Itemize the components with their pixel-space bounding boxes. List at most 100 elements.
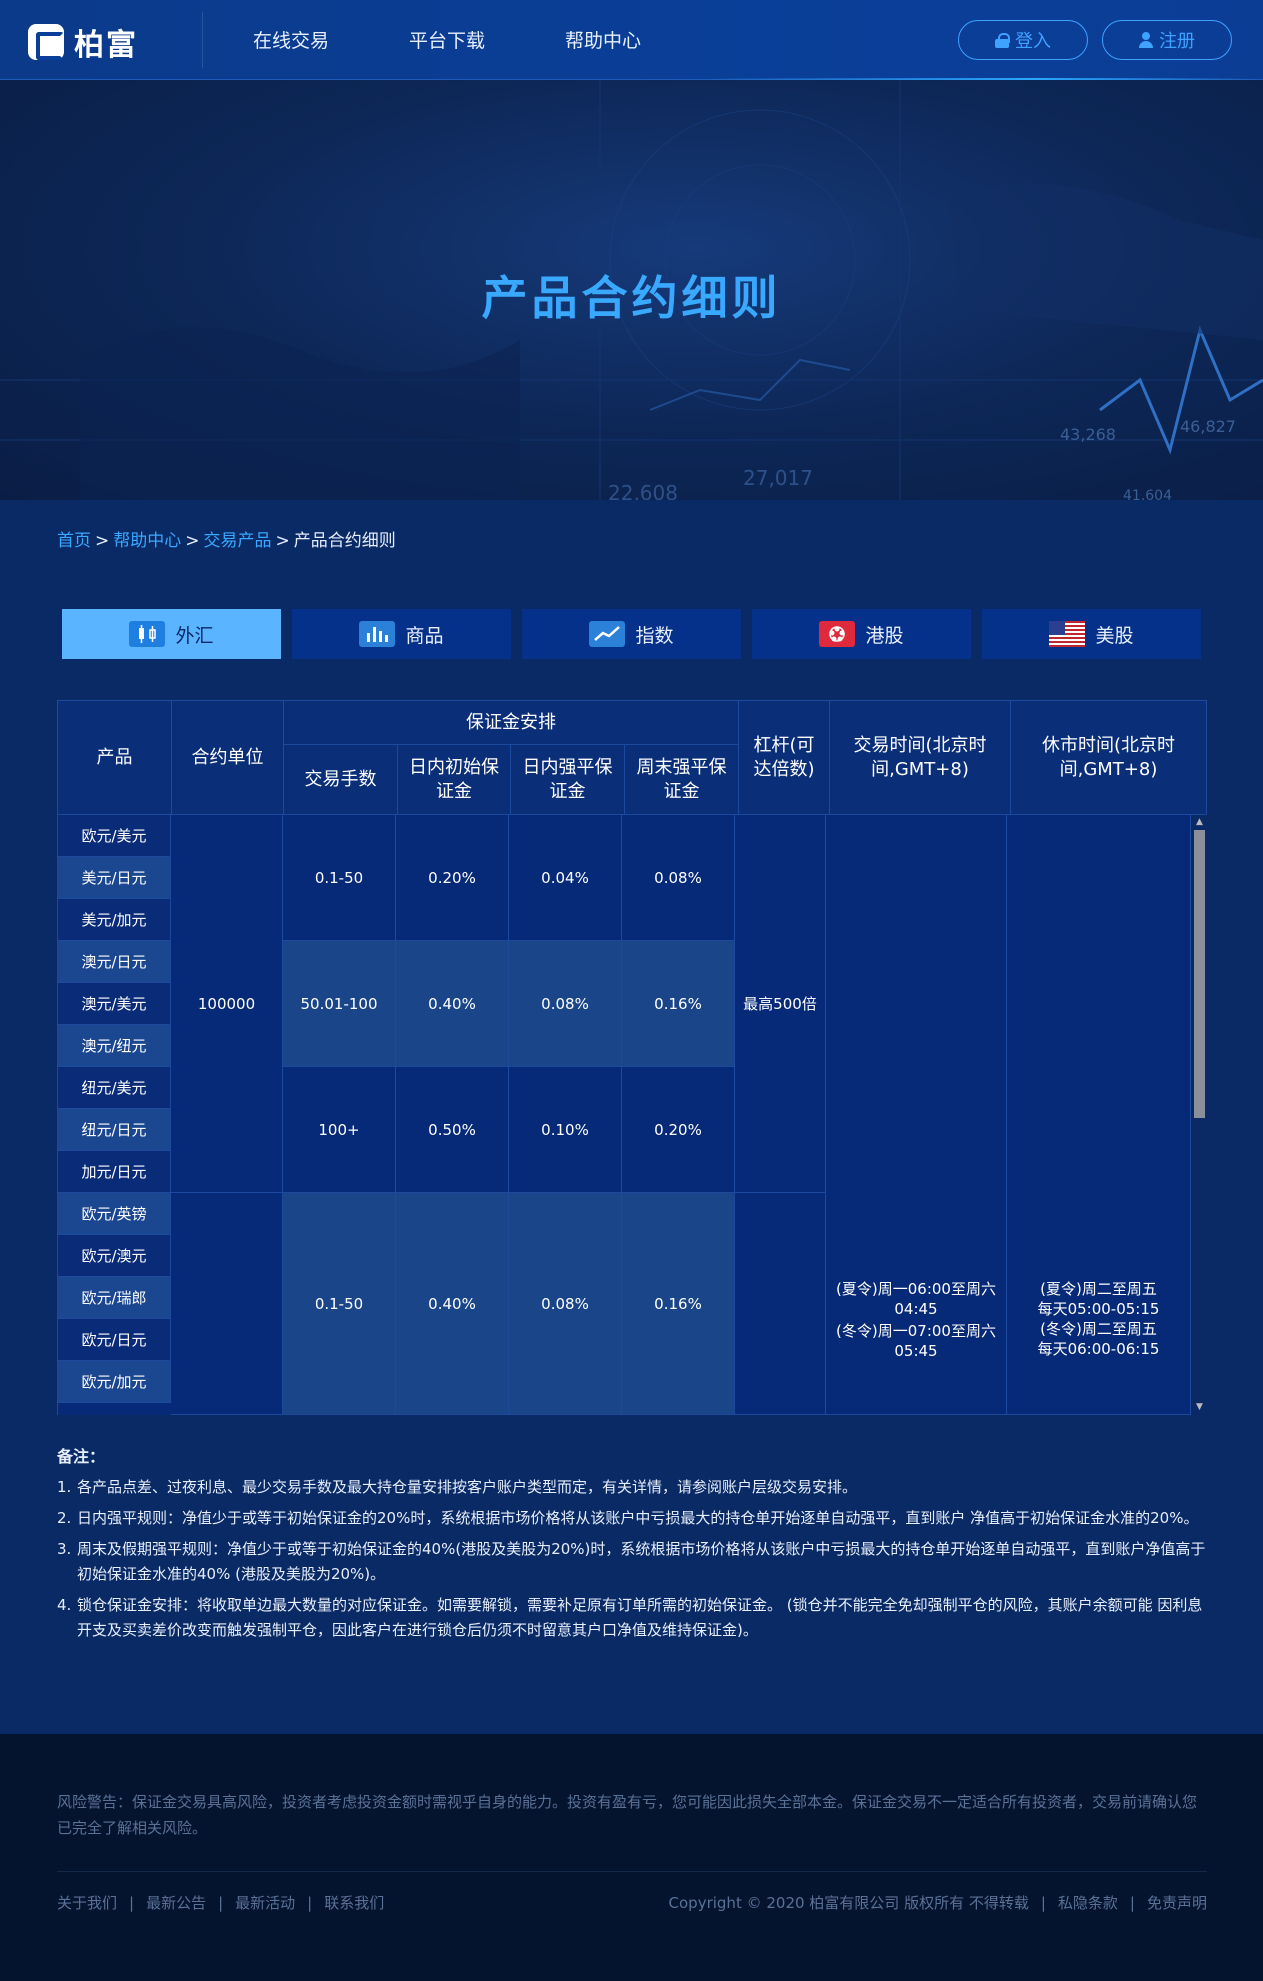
logo[interactable]: 柏富 [28,20,138,64]
footer-link-activities[interactable]: 最新活动 [235,1894,295,1912]
footer-link-disclaimer[interactable]: 免责声明 [1147,1894,1207,1912]
breadcrumb-help[interactable]: 帮助中心 [113,531,181,551]
footer-link-privacy[interactable]: 私隐条款 [1058,1894,1118,1912]
footer-separator: | [1040,1894,1046,1912]
logo-text: 柏富 [74,28,138,63]
breadcrumb-separator: > [95,531,110,551]
table-body[interactable]: 欧元/美元 美元/日元 美元/加元 澳元/日元 澳元/美元 澳元/纽元 纽元/美… [57,815,1207,1415]
product-cell: 澳元/日元 [58,941,171,983]
tab-us-stocks[interactable]: 美股 [982,609,1201,659]
us-flag-icon [1049,621,1086,647]
footer-separator: | [129,1894,135,1912]
lots-cell: 100+ [283,1067,396,1193]
footer-separator: | [1129,1894,1135,1912]
note-item: 4. 锁仓保证金安排：将收取单边最大数量的对应保证金。如需要解锁，需要补足原有订单… [57,1596,1203,1639]
leverage-cell [735,1193,826,1415]
tab-forex[interactable]: 外汇 [62,609,281,659]
footer-copyright-area: Copyright © 2020 柏富有限公司 版权所有 不得转载 | 私隐条款 | 免… [669,1892,1207,1913]
note-item: 2. 日内强平规则：净值少于或等于初始保证金的20%时，系统根据市场价格将从该账户… [57,1509,1199,1527]
hero-banner: 43,268 46,827 27,017 22,608 41,604 产品合约细… [0,80,1263,500]
footer-separator: | [307,1894,313,1912]
product-cell: 欧元/英镑 [58,1193,171,1235]
main-content: 首页 > 帮助中心 > 交易产品 > 产品合约细则 外汇 商品 指数 港股 美股… [0,500,1263,1734]
trade-time-summer: (夏令)周一06:00至周六04:45 [836,1280,996,1318]
breadcrumb-separator: > [185,531,200,551]
intraday-stop-cell: 0.10% [509,1067,622,1193]
leverage-cell: 最高500倍 [735,815,826,1193]
user-icon [1139,32,1153,48]
login-label: 登入 [1015,31,1051,52]
tab-hk-stocks[interactable]: 港股 [752,609,971,659]
hero-number: 27,017 [743,466,813,490]
hero-number: 43,268 [1060,425,1116,444]
main-nav: 在线交易 平台下载 帮助中心 [253,26,641,53]
initial-margin-cell: 0.20% [396,815,509,941]
header-close-time: 休市时间(北京时间,GMT+8) [1041,734,1176,780]
tab-commodities[interactable]: 商品 [292,609,511,659]
risk-warning: 风险警告：保证金交易具高风险，投资者考虑投资金额时需视乎自身的能力。投资有盈有亏… [57,1793,1198,1837]
tab-commodities-label: 商品 [405,624,444,647]
logo-icon [28,24,64,60]
page-title: 产品合约细则 [481,271,782,325]
contract-unit-cell: 100000 [171,815,283,1193]
header-divider [202,12,203,68]
product-cell: 美元/加元 [58,899,171,941]
scroll-up-icon[interactable]: ▲ [1195,818,1204,827]
footer-link-about[interactable]: 关于我们 [57,1894,117,1912]
footer-link-announcements[interactable]: 最新公告 [146,1894,206,1912]
tab-indices[interactable]: 指数 [522,609,741,659]
copyright: Copyright © 2020 柏富有限公司 版权所有 不得转载 [668,1894,1029,1912]
scrollbar-thumb[interactable] [1194,830,1205,1118]
hong-kong-flag-icon [819,621,856,647]
footer-links: 关于我们 | 最新公告 | 最新活动 | 联系我们 [57,1892,384,1913]
notes-section: 备注： 1. 各产品点差、过夜利息、最少交易手数及最大持仓量安排按客户账户类型而定… [57,1444,1207,1649]
footer-link-contact[interactable]: 联系我们 [324,1894,384,1912]
lots-cell: 50.01-100 [283,941,396,1067]
header-lots: 交易手数 [284,745,398,814]
hero-number: 46,827 [1180,417,1236,436]
header-product: 产品 [58,701,172,814]
close-time-cell: (夏令)周二至周五每天05:00-05:15 (冬令)周二至周五每天06:00-… [1007,815,1191,1415]
initial-margin-cell: 0.50% [396,1067,509,1193]
table-header: 产品 合约单位 保证金安排 交易手数 日内初始保证金 日内强平保证金 周末强平保… [57,700,1207,815]
weekend-stop-cell: 0.16% [622,941,735,1067]
site-header: 柏富 在线交易 平台下载 帮助中心 登入 注册 [0,0,1263,80]
product-cell: 纽元/美元 [58,1067,171,1109]
note-text: 日内强平规则：净值少于或等于初始保证金的20%时，系统根据市场价格将从该账户中亏… [77,1509,1199,1527]
product-cell: 澳元/纽元 [58,1025,171,1067]
nav-help-center[interactable]: 帮助中心 [565,26,641,53]
product-tabs: 外汇 商品 指数 港股 美股 [62,609,1201,659]
header-contract-unit: 合约单位 [172,701,284,814]
nav-platform-download[interactable]: 平台下载 [409,26,485,53]
scroll-down-icon[interactable]: ▼ [1195,1403,1204,1412]
note-text: 锁仓保证金安排：将收取单边最大数量的对应保证金。如需要解锁，需要补足原有订单所需… [77,1596,1203,1639]
note-text: 周末及假期强平规则：净值少于或等于初始保证金的40%(港股及美股为20%)时，系… [77,1540,1206,1583]
close-time-summer: (夏令)周二至周五每天05:00-05:15 [1037,1280,1160,1318]
table-scrollbar[interactable]: ▲ ▼ [1191,815,1207,1415]
notes-list: 1. 各产品点差、过夜利息、最少交易手数及最大持仓量安排按客户账户类型而定，有关详… [57,1475,1207,1643]
lots-cell: 0.1-50 [283,1193,396,1415]
note-text: 各产品点差、过夜利息、最少交易手数及最大持仓量安排按客户账户类型而定，有关详情，… [77,1478,858,1496]
breadcrumb-products[interactable]: 交易产品 [204,531,272,551]
header-intraday-initial: 日内初始保证金 [398,745,511,814]
product-cell: 欧元/日元 [58,1319,171,1361]
bar-chart-icon [359,621,396,647]
register-button[interactable]: 注册 [1102,20,1232,60]
nav-online-trading[interactable]: 在线交易 [253,26,329,53]
contract-unit-cell [171,1193,283,1415]
weekend-stop-cell: 0.20% [622,1067,735,1193]
trend-line-icon [589,621,626,647]
weekend-stop-cell: 0.08% [622,815,735,941]
intraday-stop-cell: 0.08% [509,941,622,1067]
footer-separator: | [218,1894,224,1912]
product-cell: 美元/日元 [58,857,171,899]
header-weekend-stop: 周末强平保证金 [625,745,739,814]
breadcrumb-home[interactable]: 首页 [57,531,91,551]
close-time-winter: (冬令)周二至周五每天06:00-06:15 [1037,1320,1160,1358]
breadcrumb-current: 产品合约细则 [293,531,396,551]
login-button[interactable]: 登入 [958,20,1088,60]
header-trade-time: 交易时间(北京时间,GMT+8) [830,701,1011,814]
product-cell: 欧元/澳元 [58,1235,171,1277]
footer-divider [57,1871,1207,1872]
site-footer: 风险警告：保证金交易具高风险，投资者考虑投资金额时需视乎自身的能力。投资有盈有亏… [0,1734,1263,1981]
